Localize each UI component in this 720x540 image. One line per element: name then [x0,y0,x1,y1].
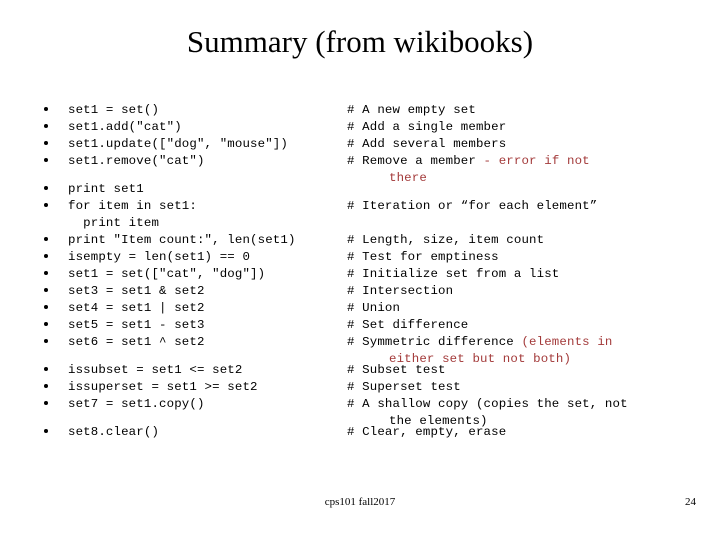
code-snippet: print set1 [68,182,144,196]
list-item: set7 = set1.copy() # A shallow copy (copi… [40,396,688,428]
comment-main-text: # Subset test [347,363,446,377]
footer-course-label: cps101 fall2017 [324,496,396,508]
list-item-content: set8.clear() # Clear, empty, erase [40,424,688,441]
comment-main-text: # Symmetric difference [347,335,522,349]
code-comment: # Iteration or “for each element” [347,198,707,215]
code-comment: # Initialize set from a list [347,266,707,283]
list-item-content: set4 = set1 | set2 # Union [40,300,688,317]
comment-main-text: # Initialize set from a list [347,267,560,281]
list-item-content: set3 = set1 & set2 # Intersection [40,283,688,300]
comment-main-text: # Remove a member [347,154,484,168]
comment-highlight-text: - error if not [483,154,590,168]
list-item-content: issubset = set1 <= set2 # Subset test [40,362,688,379]
list-item: issuperset = set1 >= set2 # Superset test [40,379,688,396]
list-item: print set1 [40,181,688,198]
page-title: Summary (from wikibooks) [186,24,534,59]
list-item-content: print set1 [40,181,688,198]
list-item: isempty = len(set1) == 0 # Test for empti… [40,249,688,266]
code-comment: # Add several members [347,136,707,153]
list-item: for item in set1: print item # Iteration … [40,198,688,232]
comment-main-text: # Superset test [347,380,461,394]
list-item-content: set1 = set(["cat", "dog"]) # Initialize s… [40,266,688,283]
code-comment: # Set difference [347,317,707,334]
code-comment: # Superset test [347,379,707,396]
list-item: print "Item count:", len(set1) # Length, … [40,232,688,249]
code-comment: # Add a single member [347,119,707,136]
list-item: issubset = set1 <= set2 # Subset test [40,362,688,379]
comment-highlight-text: (elements in [521,335,613,349]
list-item-content: set1.add("cat") # Add a single member [40,119,688,136]
list-item-content: set5 = set1 - set3 # Set difference [40,317,688,334]
comment-main-text: # Union [347,301,401,315]
slide-canvas: Summary (from wikibooks) set1 = set() # A… [0,0,720,540]
code-comment: # A new empty set [347,102,707,119]
comment-main-text: # Add several members [347,137,507,151]
list-item: set1.remove("cat") # Remove a member - er… [40,153,688,185]
code-comment: # Length, size, item count [347,232,707,249]
content-bullet-list: set1 = set() # A new empty set set1.add("c… [40,102,688,441]
list-item: set1.add("cat") # Add a single member [40,119,688,136]
slide-page-number: 24 [685,496,696,508]
code-comment: # Clear, empty, erase [347,424,707,441]
comment-main-text: # A shallow copy (copies the set, not [347,397,628,411]
list-item: set1 = set() # A new empty set [40,102,688,119]
comment-main-text: # Intersection [347,284,454,298]
list-item: set5 = set1 - set3 # Set difference [40,317,688,334]
list-item-content: set6 = set1 ^ set2 # Symmetric difference… [40,334,688,366]
list-item: set3 = set1 & set2 # Intersection [40,283,688,300]
list-item-content: set1.update(["dog", "mouse"]) # Add sever… [40,136,688,153]
code-comment: # Subset test [347,362,707,379]
code-comment: # Test for emptiness [347,249,707,266]
comment-main-text: # Clear, empty, erase [347,425,507,439]
list-item: set1 = set(["cat", "dog"]) # Initialize s… [40,266,688,283]
list-item: set6 = set1 ^ set2 # Symmetric difference… [40,334,688,366]
list-item-content: set1.remove("cat") # Remove a member - er… [40,153,688,185]
code-comment: # Union [347,300,707,317]
comment-main-text: # Add a single member [347,120,507,134]
comment-main-text: # Test for emptiness [347,250,499,264]
list-item-content: set1 = set() # A new empty set [40,102,688,119]
comment-main-text: # Iteration or “for each element” [347,199,598,213]
list-item: set4 = set1 | set2 # Union [40,300,688,317]
code-comment: # Intersection [347,283,707,300]
list-item: set1.update(["dog", "mouse"]) # Add sever… [40,136,688,153]
comment-main-text: # A new empty set [347,103,476,117]
comment-main-text: # Set difference [347,318,469,332]
list-item-content: isempty = len(set1) == 0 # Test for empti… [40,249,688,266]
list-item-content: issuperset = set1 >= set2 # Superset test [40,379,688,396]
comment-main-text: # Length, size, item count [347,233,545,247]
list-item: set8.clear() # Clear, empty, erase [40,424,688,441]
list-item-content: set7 = set1.copy() # A shallow copy (copi… [40,396,688,428]
list-item-content: print "Item count:", len(set1) # Length, … [40,232,688,249]
list-item-content: for item in set1: print item # Iteration … [40,198,688,232]
